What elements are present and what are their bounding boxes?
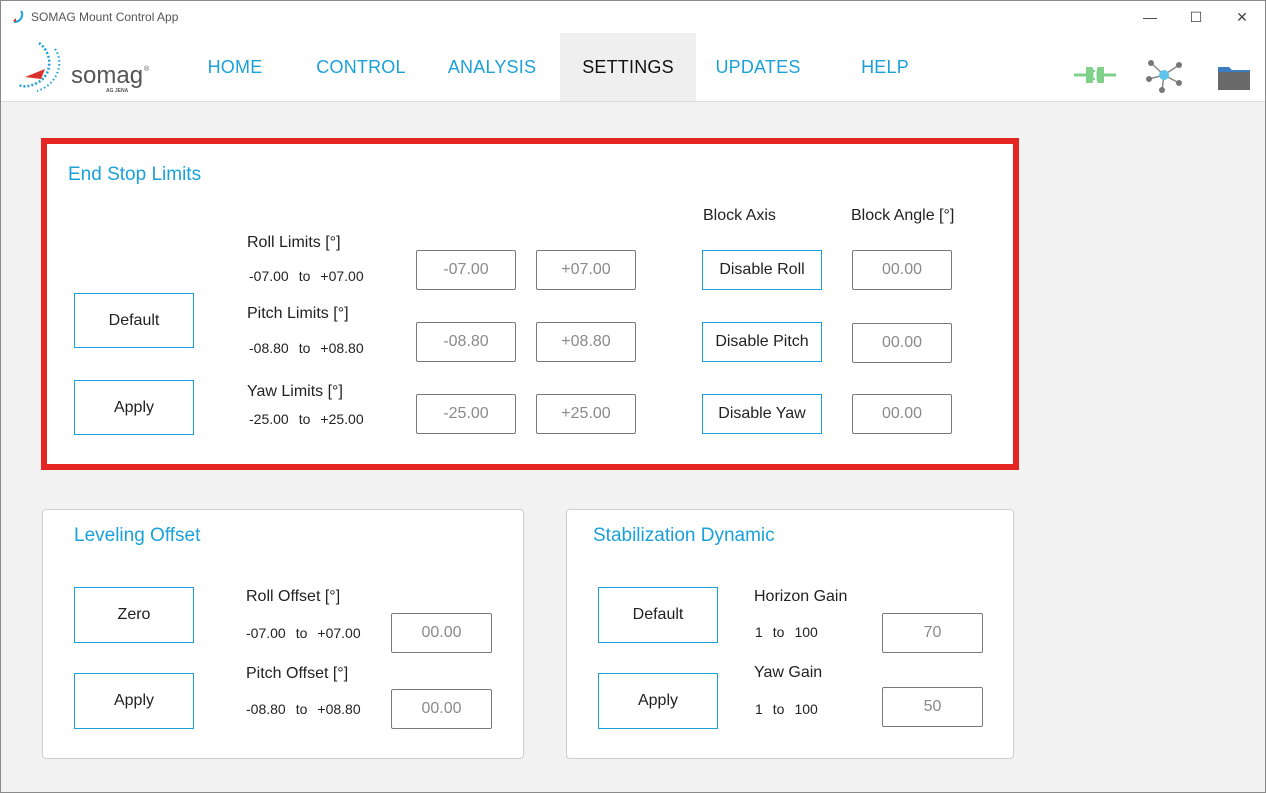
tab-control[interactable]: CONTROL	[300, 33, 422, 101]
pitch-limits-range: -08.80 to +08.80	[249, 340, 364, 356]
yaw-max-input[interactable]	[536, 394, 636, 434]
tab-updates[interactable]: UPDATES	[706, 33, 810, 101]
block-axis-header: Block Axis	[703, 207, 776, 224]
window-title: SOMAG Mount Control App	[31, 10, 179, 24]
plug-connection-icon[interactable]	[1072, 57, 1118, 91]
logo-wordmark: somag	[71, 62, 143, 89]
roll-limits-label: Roll Limits [°]	[247, 234, 341, 251]
maximize-icon: ☐	[1189, 8, 1203, 25]
close-icon: ✕	[1236, 8, 1248, 25]
leveling-apply-button[interactable]: Apply	[74, 673, 194, 729]
title-bar: SOMAG Mount Control App — ☐ ✕	[1, 1, 1265, 33]
pitch-block-angle-input[interactable]	[852, 323, 952, 363]
yaw-limits-range: -25.00 to +25.00	[249, 411, 364, 427]
end-stop-limits-panel: End Stop Limits Block Axis Block Angle […	[41, 138, 1019, 470]
yaw-min-input[interactable]	[416, 394, 516, 434]
network-icon[interactable]	[1145, 59, 1183, 93]
roll-offset-range: -07.00 to +07.00	[246, 625, 361, 641]
maximize-button[interactable]: ☐	[1173, 1, 1219, 33]
end-stop-default-button[interactable]: Default	[74, 293, 194, 348]
logo-subtitle: AG JENA	[106, 88, 129, 94]
app-window: SOMAG Mount Control App — ☐ ✕ somag ® AG…	[0, 0, 1266, 793]
leveling-offset-panel: Leveling Offset Zero Apply Roll Offset […	[42, 509, 524, 759]
stabilization-apply-button[interactable]: Apply	[598, 673, 718, 729]
disable-pitch-button[interactable]: Disable Pitch	[702, 322, 822, 362]
roll-limits-range: -07.00 to +07.00	[249, 268, 364, 284]
pitch-offset-input[interactable]	[391, 689, 492, 729]
close-button[interactable]: ✕	[1219, 1, 1265, 33]
disable-roll-button[interactable]: Disable Roll	[702, 250, 822, 290]
disable-yaw-button[interactable]: Disable Yaw	[702, 394, 822, 434]
roll-min-input[interactable]	[416, 250, 516, 290]
tab-help[interactable]: HELP	[840, 33, 930, 101]
pitch-max-input[interactable]	[536, 322, 636, 362]
block-angle-header: Block Angle [°]	[851, 207, 955, 224]
tab-analysis[interactable]: ANALYSIS	[432, 33, 552, 101]
folder-icon[interactable]	[1217, 61, 1251, 95]
yaw-block-angle-input[interactable]	[852, 394, 952, 434]
somag-logo: somag ® AG JENA	[18, 41, 150, 94]
main-nav: somag ® AG JENA HOME CONTROL ANALYSIS SE…	[1, 33, 1265, 102]
leveling-zero-button[interactable]: Zero	[74, 587, 194, 643]
pitch-min-input[interactable]	[416, 322, 516, 362]
minimize-button[interactable]: —	[1127, 1, 1173, 33]
end-stop-title: End Stop Limits	[68, 164, 202, 185]
roll-offset-input[interactable]	[391, 613, 492, 653]
roll-block-angle-input[interactable]	[852, 250, 952, 290]
logo-registered: ®	[144, 65, 150, 73]
stabilization-dynamic-panel: Stabilization Dynamic Default Apply Hori…	[566, 509, 1014, 759]
stabilization-default-button[interactable]: Default	[598, 587, 718, 643]
tab-home[interactable]: HOME	[180, 33, 290, 101]
leveling-offset-title: Leveling Offset	[74, 525, 201, 546]
pitch-offset-label: Pitch Offset [°]	[246, 665, 349, 682]
yaw-limits-label: Yaw Limits [°]	[247, 383, 343, 400]
stabilization-dynamic-title: Stabilization Dynamic	[593, 525, 775, 546]
yaw-gain-label: Yaw Gain	[754, 664, 823, 681]
horizon-gain-input[interactable]	[882, 613, 983, 653]
roll-max-input[interactable]	[536, 250, 636, 290]
app-icon	[13, 10, 24, 23]
horizon-gain-label: Horizon Gain	[754, 588, 848, 605]
minimize-icon: —	[1143, 9, 1157, 25]
tab-settings[interactable]: SETTINGS	[560, 33, 696, 101]
pitch-limits-label: Pitch Limits [°]	[247, 305, 349, 322]
pitch-offset-range: -08.80 to +08.80	[246, 701, 361, 717]
horizon-gain-range: 1 to 100	[755, 624, 818, 640]
end-stop-apply-button[interactable]: Apply	[74, 380, 194, 435]
yaw-gain-range: 1 to 100	[755, 701, 818, 717]
roll-offset-label: Roll Offset [°]	[246, 588, 341, 605]
yaw-gain-input[interactable]	[882, 687, 983, 727]
